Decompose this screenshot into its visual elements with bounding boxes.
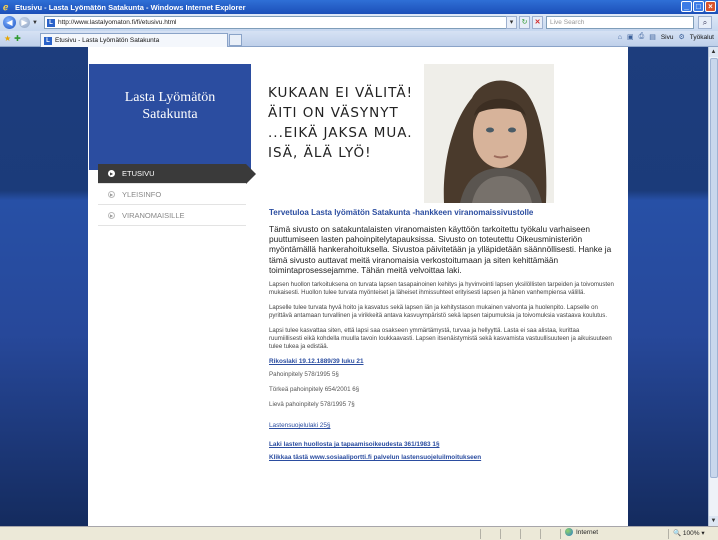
command-bar: ⌂ ▣ ⎙ ▤ Sivu ⚙ Työkalut bbox=[618, 33, 714, 41]
scroll-up-icon[interactable]: ▲ bbox=[709, 47, 718, 57]
bullet-icon: ▶ bbox=[108, 212, 115, 219]
nav-item-etusivu[interactable]: ▶ ETUSIVU bbox=[98, 164, 256, 184]
huoltolaki-link[interactable]: Laki lasten huollosta ja tapaamisoikeude… bbox=[269, 441, 614, 448]
web-page: Lasta Lyömätön Satakunta KUKAAN EI VÄLIT… bbox=[88, 47, 628, 526]
status-divider bbox=[540, 529, 541, 539]
browser-viewport: Lasta Lyömätön Satakunta KUKAAN EI VÄLIT… bbox=[0, 47, 718, 526]
status-divider bbox=[560, 529, 561, 539]
body-paragraph: Lapsi tulee kasvattaa siten, että lapsi … bbox=[269, 326, 612, 351]
nav-item-viranomaisille[interactable]: ▶ VIRANOMAISILLE bbox=[98, 206, 246, 226]
tab-label: Etusivu - Lasta Lyömätön Satakunta bbox=[55, 36, 160, 44]
tab-etusivu[interactable]: L Etusivu - Lasta Lyömätön Satakunta bbox=[40, 33, 228, 47]
page-title: Tervetuloa Lasta lyömätön Satakunta -han… bbox=[269, 208, 534, 217]
vertical-scrollbar[interactable]: ▲ ▼ bbox=[708, 47, 718, 526]
tools-menu[interactable]: Työkalut bbox=[690, 34, 714, 41]
url-text: http://www.lastalyomaton.fi/fi/etusivu.h… bbox=[58, 19, 177, 26]
address-bar: ◀ ▶ ▼ L http://www.lastalyomaton.fi/fi/e… bbox=[0, 14, 718, 31]
lead-paragraph: Tämä sivusto on satakuntalaisten viranom… bbox=[269, 224, 612, 275]
security-zone[interactable]: Internet bbox=[565, 528, 598, 536]
law-item: Törkeä pahoinpitely 654/2001 6§ bbox=[269, 385, 360, 393]
page-menu[interactable]: Sivu bbox=[661, 34, 674, 41]
url-dropdown-button[interactable]: ▾ bbox=[506, 16, 517, 29]
search-icon[interactable]: ⌕ bbox=[698, 16, 712, 29]
home-icon[interactable]: ⌂ bbox=[618, 34, 622, 41]
main-content: Tervetuloa Lasta lyömätön Satakunta -han… bbox=[269, 208, 614, 467]
zoom-level[interactable]: 🔍 100% ▾ bbox=[673, 529, 705, 537]
nav-label: ETUSIVU bbox=[122, 169, 155, 178]
minimize-button[interactable]: _ bbox=[681, 1, 692, 12]
scroll-down-icon[interactable]: ▼ bbox=[709, 516, 718, 526]
back-button[interactable]: ◀ bbox=[3, 16, 16, 29]
status-divider bbox=[668, 529, 669, 539]
favorites-star-icon[interactable]: ★ bbox=[4, 34, 11, 43]
stop-button[interactable]: ✕ bbox=[532, 16, 543, 29]
refresh-button[interactable]: ↻ bbox=[519, 16, 530, 29]
nav-label: YLEISINFO bbox=[122, 190, 162, 199]
page-favicon-icon: L bbox=[47, 18, 55, 27]
ie-logo-icon: ℯ bbox=[3, 1, 9, 12]
print-icon[interactable]: ⎙ bbox=[639, 33, 645, 41]
page-icon: ▤ bbox=[649, 34, 656, 41]
forward-button[interactable]: ▶ bbox=[19, 17, 30, 28]
search-input[interactable]: Live Search bbox=[546, 16, 694, 29]
new-tab-button[interactable] bbox=[229, 34, 242, 46]
body-paragraph: Lapsen huollon tarkoituksena on turvata … bbox=[269, 281, 614, 297]
close-button[interactable]: × bbox=[705, 1, 716, 12]
side-navigation: ▶ ETUSIVU ▶ YLEISINFO ▶ VIRANOMAISILLE bbox=[98, 164, 256, 227]
window-titlebar: ℯ Etusivu - Lasta Lyömätön Satakunta - W… bbox=[0, 0, 718, 14]
sosiaaliportti-link[interactable]: Klikkaa tästä www.sosiaaliportti.fi palv… bbox=[269, 454, 614, 461]
law-item: Lievä pahoinpitely 578/1995 7§ bbox=[269, 400, 355, 408]
window-title: Etusivu - Lasta Lyömätön Satakunta - Win… bbox=[15, 2, 246, 12]
status-divider bbox=[500, 529, 501, 539]
lastensuojelulaki-link[interactable]: Lastensuojelulaki 25§ bbox=[269, 422, 614, 429]
nav-label: VIRANOMAISILLE bbox=[122, 211, 185, 220]
logo-line1: Lasta Lyömätön bbox=[124, 90, 216, 105]
zone-label: Internet bbox=[576, 528, 599, 536]
history-dropdown-icon[interactable]: ▼ bbox=[32, 20, 38, 26]
zoom-value: 100% bbox=[682, 530, 700, 537]
maximize-button[interactable]: □ bbox=[693, 1, 704, 12]
logo-line2: Satakunta bbox=[142, 107, 198, 122]
status-bar: Internet 🔍 100% ▾ bbox=[0, 526, 718, 540]
law-item: Pahoinpitely 578/1995 5§ bbox=[269, 370, 339, 378]
nav-item-yleisinfo[interactable]: ▶ YLEISINFO bbox=[98, 185, 246, 205]
rikoslaki-link[interactable]: Rikoslaki 19.12.1889/39 luku 21 bbox=[269, 358, 614, 365]
status-divider bbox=[480, 529, 481, 539]
scroll-thumb[interactable] bbox=[710, 58, 718, 478]
globe-icon bbox=[565, 528, 573, 536]
child-photo bbox=[424, 64, 554, 203]
bullet-icon: ▶ bbox=[108, 191, 115, 198]
bullet-icon: ▶ bbox=[108, 170, 115, 177]
tab-bar: ★ ✚ L Etusivu - Lasta Lyömätön Satakunta… bbox=[0, 31, 718, 47]
tab-favicon-icon: L bbox=[44, 36, 52, 45]
url-input[interactable]: L http://www.lastalyomaton.fi/fi/etusivu… bbox=[44, 16, 516, 29]
body-paragraph: Lapselle tulee turvata hyvä hoito ja kas… bbox=[269, 303, 608, 320]
status-divider bbox=[520, 529, 521, 539]
site-logo[interactable]: Lasta Lyömätön Satakunta bbox=[89, 64, 251, 170]
tools-gear-icon: ⚙ bbox=[678, 34, 685, 41]
feeds-icon[interactable]: ▣ bbox=[627, 33, 634, 41]
add-favorite-icon[interactable]: ✚ bbox=[14, 34, 21, 43]
